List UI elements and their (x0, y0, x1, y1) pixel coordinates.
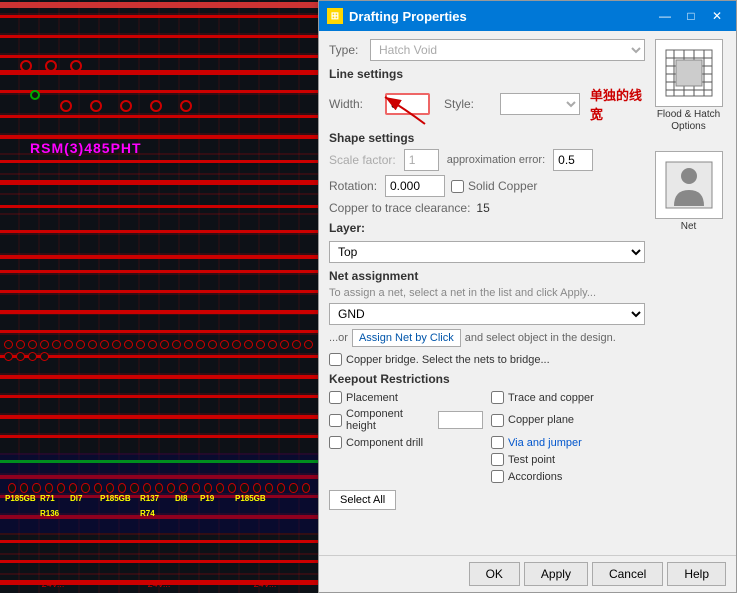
net-icon (664, 160, 714, 210)
maximize-button[interactable]: □ (680, 7, 702, 25)
component-height-checkbox[interactable] (329, 414, 342, 427)
minimize-button[interactable]: — (654, 7, 676, 25)
line-settings-header: Line settings (329, 67, 645, 81)
type-label: Type: (329, 43, 364, 57)
via-jumper-checkbox[interactable] (491, 436, 504, 449)
flood-hatch-label: Flood & Hatch Options (653, 109, 725, 133)
pcb-background: RSM(3)485PHT P185GB R71 R136 DI7 P185GB … (0, 0, 318, 593)
solid-copper-checkbox[interactable] (451, 180, 464, 193)
style-label: Style: (444, 97, 494, 111)
placement-checkbox[interactable] (329, 391, 342, 404)
assign-hint: and select object in the design. (465, 332, 616, 344)
red-arrow-indicator (375, 89, 430, 131)
keepout-trace-copper[interactable]: Trace and copper (491, 390, 645, 405)
dialog-icon: ⊞ (327, 8, 343, 24)
keepout-empty-1 (329, 452, 483, 467)
copper-bridge-checkbox[interactable] (329, 353, 342, 366)
keepout-accordions[interactable]: Accordions (491, 469, 645, 484)
trace-copper-checkbox[interactable] (491, 391, 504, 404)
shape-settings-header: Shape settings (329, 131, 645, 145)
keepout-component-height[interactable]: Component height (329, 407, 483, 433)
keepout-copper-plane[interactable]: Copper plane (491, 407, 645, 433)
keepout-component-drill[interactable]: Component drill (329, 435, 483, 450)
net-hint: To assign a net, select a net in the lis… (329, 287, 645, 299)
flood-hatch-button[interactable] (655, 39, 723, 107)
net-panel: Net (655, 151, 723, 232)
approx-input[interactable] (553, 149, 593, 171)
ok-button[interactable]: OK (469, 562, 520, 586)
keepout-placement[interactable]: Placement (329, 390, 483, 405)
close-button[interactable]: ✕ (706, 7, 728, 25)
drafting-properties-dialog: ⊞ Drafting Properties — □ ✕ Type: Hatch … (318, 0, 737, 593)
or-label: ...or (329, 332, 348, 344)
solid-copper-checkbox-label[interactable]: Solid Copper (451, 179, 537, 193)
copper-clearance-value: 15 (476, 201, 489, 215)
annotation-text: 单独的线宽 (590, 85, 645, 123)
flood-hatch-icon (664, 48, 714, 98)
keepout-test-point[interactable]: Test point (491, 452, 645, 467)
dialog-titlebar: ⊞ Drafting Properties — □ ✕ (319, 1, 736, 31)
copper-clearance-label: Copper to trace clearance: (329, 201, 470, 215)
rotation-label: Rotation: (329, 179, 379, 193)
component-height-input[interactable] (438, 411, 483, 429)
cancel-button[interactable]: Cancel (592, 562, 663, 586)
select-all-button[interactable]: Select All (329, 490, 396, 510)
keepout-empty-2 (329, 469, 483, 484)
net-panel-label: Net (655, 221, 723, 232)
net-select[interactable]: GND (329, 303, 645, 325)
pcb-component-label: RSM(3)485PHT (30, 140, 142, 156)
net-button[interactable] (655, 151, 723, 219)
accordions-checkbox[interactable] (491, 470, 504, 483)
dialog-footer: OK Apply Cancel Help (319, 555, 736, 592)
dialog-title: Drafting Properties (349, 9, 467, 24)
rotation-input[interactable] (385, 175, 445, 197)
assign-net-by-click-button[interactable]: Assign Net by Click (352, 329, 461, 347)
keepout-header: Keepout Restrictions (329, 372, 645, 386)
scale-label: Scale factor: (329, 153, 396, 167)
component-drill-checkbox[interactable] (329, 436, 342, 449)
layer-select[interactable]: Top (329, 241, 645, 263)
copper-plane-checkbox[interactable] (491, 414, 504, 427)
bridge-label: Copper bridge. Select the nets to bridge… (346, 354, 550, 366)
style-select[interactable] (500, 93, 580, 115)
scale-input[interactable] (404, 149, 439, 171)
type-select[interactable]: Hatch Void (370, 39, 645, 61)
net-assignment-header: Net assignment (329, 269, 645, 283)
help-button[interactable]: Help (667, 562, 726, 586)
layer-label: Layer: (329, 221, 645, 235)
flood-hatch-panel: Flood & Hatch Options (653, 39, 725, 133)
apply-button[interactable]: Apply (524, 562, 588, 586)
width-label: Width: (329, 97, 379, 111)
approx-label: approximation error: (447, 154, 545, 166)
test-point-checkbox[interactable] (491, 453, 504, 466)
keepout-via-jumper[interactable]: Via and jumper (491, 435, 645, 450)
